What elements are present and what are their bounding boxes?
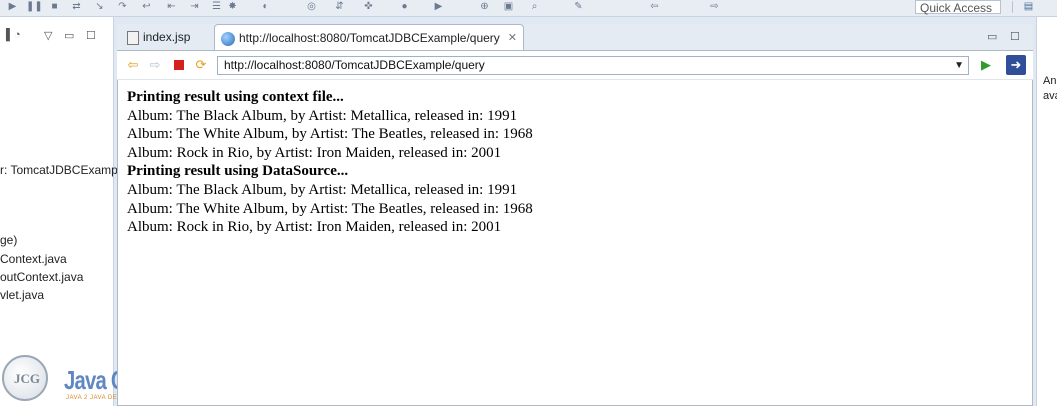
pause-icon[interactable]: ❚❚	[26, 1, 43, 13]
step-over-icon[interactable]: ↷	[116, 1, 129, 13]
panel-menu-icon[interactable]: ▐	[2, 29, 10, 41]
step-into-icon[interactable]: ↘	[93, 1, 106, 13]
jcg-logo: JCG Java Code Geeks JAVA 2 JAVA DEVELOPE…	[2, 355, 223, 405]
new-class-icon[interactable]: ⊕	[478, 1, 491, 13]
maximize-icon[interactable]: ☐	[1010, 30, 1020, 43]
step-return-icon[interactable]: ↩	[140, 1, 153, 13]
tree-item[interactable]: vlet.java	[0, 288, 44, 302]
project-explorer-panel: ▐ ◔ ▽ ▭ ☐ r: TomcatJDBCExamp ge) Context.j…	[0, 17, 223, 406]
new-server-icon[interactable]: ☰	[210, 1, 223, 13]
quick-access-field[interactable]: Quick Access	[915, 0, 1001, 15]
link-editor-icon[interactable]: ◔	[14, 29, 21, 41]
search-icon[interactable]: ⌕	[528, 1, 541, 13]
main-toolbar: ▶ ❚❚ ■ ⇄ ↘ ↷ ↩ ⇤ ⇥ ☰ ✸ ◐ ◎ ⇵ ✜ ● ▶ ⊕ ▣ ⌕ ✎ ⇦ ⇨ Quick Access ▤	[0, 0, 1057, 17]
run-dropdown-icon[interactable]: ◐	[259, 1, 272, 13]
globe-icon	[221, 31, 235, 46]
forward-icon[interactable]: ⇨	[708, 1, 721, 13]
disconnect-icon[interactable]: ⇄	[70, 1, 83, 13]
maximize-icon[interactable]: ☐	[86, 29, 96, 42]
album-line: Album: The White Album, by Artist: The B…	[127, 200, 533, 217]
open-type-icon[interactable]: ▣	[502, 1, 515, 13]
outline-text-line: An	[1043, 75, 1057, 87]
section-heading: Printing result using context file...	[127, 89, 344, 105]
album-line: Album: The Black Album, by Artist: Metal…	[127, 107, 518, 124]
tree-item[interactable]: outContext.java	[0, 270, 83, 284]
new-package-icon[interactable]: ▶	[432, 1, 445, 13]
tree-item[interactable]: Context.java	[0, 252, 67, 266]
go-icon[interactable]: ▶	[978, 57, 994, 73]
coverage-icon[interactable]: ●	[398, 1, 411, 13]
chevron-down-icon[interactable]: ▼	[954, 57, 964, 74]
page-content: Printing result using context file... Alb…	[127, 88, 533, 237]
external-tools-icon[interactable]: ⇵	[333, 1, 346, 13]
back-icon[interactable]: ⇦	[648, 1, 661, 13]
forward-arrow-icon[interactable]: ⇨	[147, 57, 163, 73]
jcg-logo-initials: JCG	[14, 371, 40, 386]
globe-icon[interactable]: ◎	[305, 1, 318, 13]
outline-panel: An ava	[1036, 17, 1057, 406]
jsp-file-icon	[127, 30, 139, 45]
toolbar-separator	[1012, 1, 1013, 13]
tab-index-jsp[interactable]: index.jsp	[121, 24, 209, 50]
back-arrow-icon[interactable]: ⇦	[125, 57, 141, 73]
debug-icon[interactable]: ✸	[226, 1, 239, 13]
browser-nav-bar: ⇦ ⇨ ⟳ http://localhost:8080/TomcatJDBCEx…	[117, 51, 1033, 80]
url-input[interactable]: http://localhost:8080/TomcatJDBCExample/…	[217, 56, 969, 75]
run-icon[interactable]: ▶	[6, 1, 19, 13]
stop-icon[interactable]: ■	[48, 1, 61, 13]
view-menu-icon[interactable]: ▽	[44, 29, 52, 42]
album-line: Album: Rock in Rio, by Artist: Iron Maid…	[127, 219, 502, 236]
outline-text-line: ava	[1043, 90, 1057, 102]
tab-label: http://localhost:8080/TomcatJDBCExample/…	[239, 31, 500, 45]
refresh-icon[interactable]: ⟳	[193, 57, 209, 73]
tab-label: index.jsp	[143, 30, 191, 44]
album-line: Album: Rock in Rio, by Artist: Iron Maid…	[127, 144, 502, 161]
annotation-icon[interactable]: ✎	[572, 1, 585, 13]
album-line: Album: The White Album, by Artist: The B…	[127, 126, 533, 143]
tab-browser-query[interactable]: http://localhost:8080/TomcatJDBCExample/…	[214, 24, 524, 50]
drop-frame-icon[interactable]: ⇤	[165, 1, 178, 13]
run-as-icon[interactable]: ✜	[362, 1, 375, 13]
album-line: Album: The Black Album, by Artist: Metal…	[127, 181, 518, 198]
use-step-filters-icon[interactable]: ⇥	[188, 1, 201, 13]
tree-item[interactable]: ge)	[0, 233, 17, 247]
editor-tab-bar: index.jsp http://localhost:8080/TomcatJD…	[117, 24, 1033, 51]
open-external-browser-icon[interactable]: ➜	[1006, 55, 1026, 75]
minimize-icon[interactable]: ▭	[64, 29, 74, 42]
stop-icon[interactable]	[171, 57, 187, 73]
tree-item[interactable]: r: TomcatJDBCExamp	[0, 163, 118, 177]
jcg-logo-circle: JCG	[2, 355, 48, 401]
perspective-icon[interactable]: ▤	[1022, 1, 1035, 13]
close-icon[interactable]: ✕	[508, 25, 517, 51]
minimize-icon[interactable]: ▭	[987, 30, 997, 43]
section-heading: Printing result using DataSource...	[127, 163, 349, 180]
url-text: http://localhost:8080/TomcatJDBCExample/…	[224, 58, 485, 72]
